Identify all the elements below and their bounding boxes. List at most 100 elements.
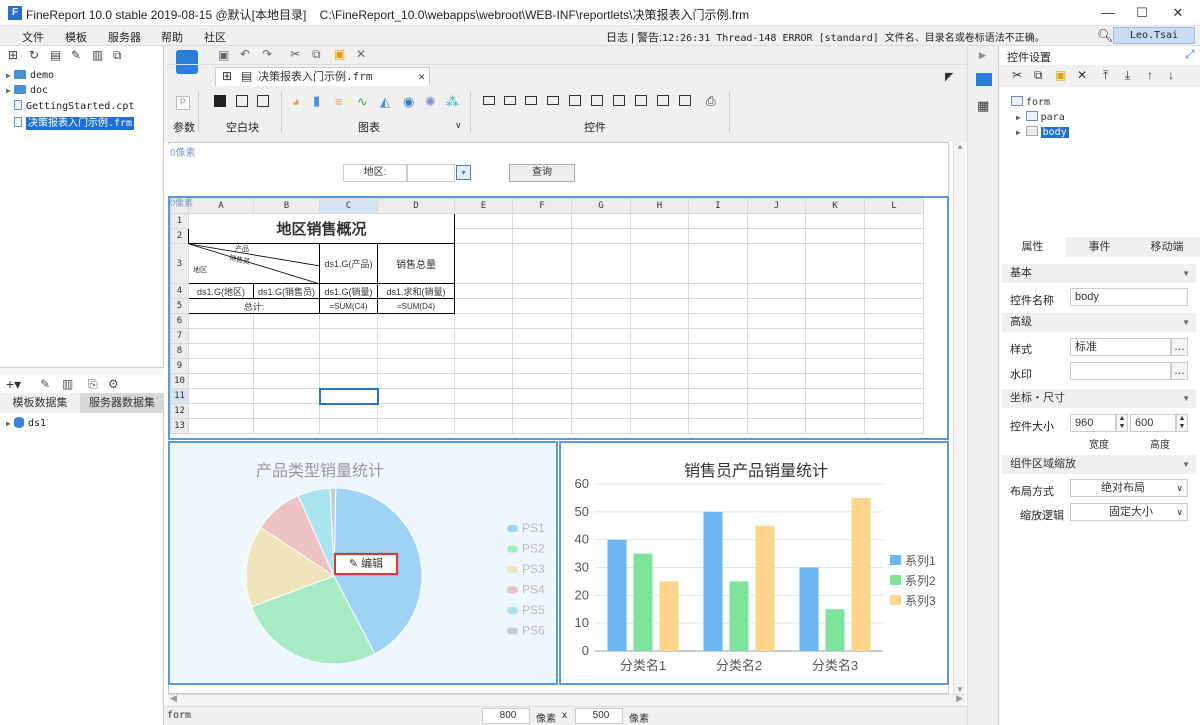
- parameter-panel[interactable]: 0像素 地区: ▾ 查询: [168, 144, 948, 196]
- col-header[interactable]: B: [253, 198, 320, 214]
- dataset-settings-icon[interactable]: ⚙: [108, 377, 119, 391]
- row-header[interactable]: 2: [170, 228, 189, 244]
- cell-d4[interactable]: ds1.求和(销量): [377, 283, 455, 299]
- col-header[interactable]: F: [512, 198, 572, 214]
- cell[interactable]: [630, 283, 689, 299]
- expand-icon[interactable]: ⤢: [1185, 47, 1195, 62]
- label-widget-icon[interactable]: [483, 96, 495, 105]
- vertical-scrollbar[interactable]: ▲ ▼: [953, 142, 965, 694]
- cell[interactable]: [688, 298, 748, 314]
- cell[interactable]: [688, 283, 748, 299]
- tree-item-gettingstarted[interactable]: GettingStarted.cpt: [14, 100, 134, 112]
- collapse-icon[interactable]: ▶: [979, 50, 986, 61]
- watermark-more-button[interactable]: …: [1171, 362, 1188, 380]
- chevron-down-icon[interactable]: ∨: [455, 120, 462, 131]
- section-scale[interactable]: 组件区域缩放 ▼: [1002, 455, 1196, 474]
- number-widget-icon[interactable]: [613, 95, 625, 106]
- cell[interactable]: [805, 228, 865, 244]
- cell[interactable]: [454, 213, 513, 229]
- delete-dataset-icon[interactable]: ▥: [62, 377, 73, 391]
- col-header[interactable]: G: [571, 198, 631, 214]
- height-input[interactable]: 600: [1130, 414, 1176, 432]
- cell[interactable]: [571, 283, 631, 299]
- cell[interactable]: [805, 213, 865, 229]
- minimize-button[interactable]: —: [1093, 3, 1123, 23]
- scroll-left-icon[interactable]: ◀: [170, 693, 177, 704]
- cell[interactable]: [571, 213, 631, 229]
- move-down-icon[interactable]: ↓: [1168, 68, 1174, 82]
- new-folder-icon[interactable]: ⊞: [8, 48, 18, 62]
- preview-dataset-icon[interactable]: ⎘: [88, 377, 98, 392]
- cell[interactable]: [864, 243, 924, 284]
- line-chart-icon[interactable]: ∿: [357, 94, 368, 110]
- menu-server[interactable]: 服务器: [108, 29, 141, 45]
- area-chart-icon[interactable]: ◭: [380, 94, 390, 110]
- col-header[interactable]: D: [377, 198, 455, 214]
- stacked-bar-icon[interactable]: ≡: [335, 94, 343, 109]
- canvas-width-input[interactable]: 800: [482, 708, 530, 724]
- close-tab-icon[interactable]: ✕: [418, 68, 425, 85]
- row-header[interactable]: 6: [170, 313, 189, 329]
- widget-tree-para[interactable]: ▶ para: [1016, 111, 1065, 123]
- maximize-button[interactable]: ☐: [1127, 3, 1157, 23]
- cell[interactable]: [805, 298, 865, 314]
- cell[interactable]: [864, 298, 924, 314]
- tab-template-dataset[interactable]: 模板数据集: [0, 393, 80, 413]
- paste-icon[interactable]: ▣: [334, 47, 345, 61]
- selected-cell[interactable]: [318, 387, 379, 405]
- cell[interactable]: [630, 243, 689, 284]
- cell-d3[interactable]: 销售总量: [377, 243, 455, 284]
- copy-icon[interactable]: ⧉: [312, 47, 321, 62]
- cell[interactable]: [805, 283, 865, 299]
- edit-dataset-icon[interactable]: ✎: [40, 377, 50, 391]
- col-header[interactable]: A: [188, 198, 254, 214]
- refresh-icon[interactable]: ↻: [29, 48, 39, 62]
- cell[interactable]: [571, 298, 631, 314]
- cell-c5[interactable]: =SUM(C4): [319, 298, 378, 314]
- edit-chart-button[interactable]: ✎ 编辑: [334, 553, 398, 575]
- cell[interactable]: [864, 228, 924, 244]
- undo-icon[interactable]: ↶: [240, 47, 250, 61]
- section-advanced[interactable]: 高级 ▼: [1002, 313, 1196, 332]
- cell[interactable]: [630, 228, 689, 244]
- move-top-icon[interactable]: ⤒: [1103, 68, 1108, 83]
- date-widget-icon[interactable]: [591, 95, 603, 106]
- tree-item-doc[interactable]: ▶ doc: [6, 85, 48, 96]
- col-header[interactable]: H: [630, 198, 689, 214]
- watermark-input[interactable]: [1070, 362, 1171, 380]
- cell[interactable]: [688, 243, 748, 284]
- col-header[interactable]: E: [454, 198, 513, 214]
- cell-b4[interactable]: ds1.G(销售员): [253, 283, 320, 299]
- dropdown-widget-icon[interactable]: [547, 96, 559, 105]
- blank-block-icon[interactable]: [214, 95, 226, 107]
- cell[interactable]: [747, 283, 806, 299]
- component-library-icon[interactable]: ▦: [977, 98, 989, 114]
- tree-item-selected-frm[interactable]: 决策报表入门示例.frm: [14, 114, 135, 130]
- cell[interactable]: [805, 243, 865, 284]
- show-all-icon[interactable]: ▤: [50, 48, 61, 62]
- cell[interactable]: [747, 298, 806, 314]
- text-widget-icon[interactable]: [504, 96, 516, 105]
- cell[interactable]: [454, 243, 513, 284]
- combo-widget-icon[interactable]: [569, 95, 581, 106]
- close-button[interactable]: ✕: [1163, 3, 1193, 23]
- bar-chart-block[interactable]: 销售员产品销量统计 0 10 20 30 40 50 60 分类名1 分类名2 分类名3 系列1 系列…: [559, 441, 949, 685]
- checkbox-widget-icon[interactable]: [657, 95, 669, 106]
- dataset-item-ds1[interactable]: ▶ ds1: [6, 417, 46, 429]
- section-coords[interactable]: 坐标・尺寸 ▼: [1002, 389, 1196, 408]
- cell-c3[interactable]: ds1.G(产品): [319, 243, 378, 284]
- cell-a4[interactable]: ds1.G(地区): [188, 283, 254, 299]
- cell[interactable]: [571, 228, 631, 244]
- widget-tree-form[interactable]: form: [1011, 96, 1050, 108]
- section-basic[interactable]: 基本 ▼: [1002, 264, 1196, 283]
- tab-properties[interactable]: 属性: [999, 237, 1066, 257]
- horizontal-scrollbar[interactable]: ◀ ▶: [168, 693, 965, 706]
- delete-icon[interactable]: ✕: [356, 47, 366, 61]
- pie-chart-block[interactable]: 产品类型销量统计 PS1 PS2 PS3 PS4 PS5 PS6 ✎ 编辑: [168, 441, 558, 685]
- row-header[interactable]: 13: [170, 418, 189, 434]
- scroll-up-icon[interactable]: ▲: [956, 142, 964, 151]
- tree-item-demo[interactable]: ▶ demo: [6, 70, 54, 81]
- cell[interactable]: [747, 228, 806, 244]
- menu-template[interactable]: 模板: [65, 29, 87, 45]
- diagonal-header-cell[interactable]: 产品 销售员 地区: [188, 243, 320, 284]
